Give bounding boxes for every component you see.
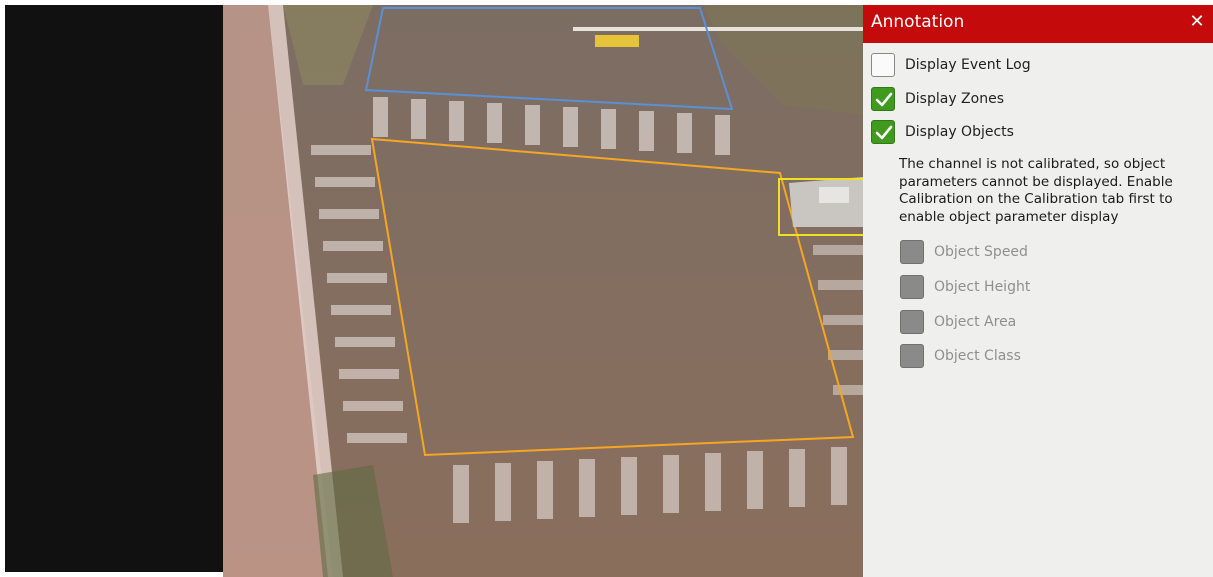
- checkbox-display-objects[interactable]: [871, 120, 895, 144]
- checkbox-display-event-log[interactable]: [871, 53, 895, 77]
- option-label: Object Speed: [934, 244, 1028, 260]
- checkmark-icon: [875, 92, 893, 107]
- option-label: Display Objects: [905, 124, 1014, 140]
- video-feed[interactable]: [223, 5, 863, 577]
- option-label: Display Zones: [905, 91, 1004, 107]
- option-object-area: Object Area: [900, 309, 1016, 335]
- video-frame: [223, 5, 863, 577]
- checkbox-display-zones[interactable]: [871, 87, 895, 111]
- option-object-class: Object Class: [900, 343, 1021, 369]
- annotation-panel: Annotation ✕ Display Event Log Display Z…: [863, 5, 1213, 577]
- option-object-height: Object Height: [900, 274, 1030, 300]
- checkmark-icon: [875, 125, 893, 140]
- option-label: Object Area: [934, 314, 1017, 330]
- checkbox-object-class: [900, 344, 924, 368]
- calibration-note: The channel is not calibrated, so object…: [899, 156, 1173, 225]
- left-black-bar: [5, 5, 223, 572]
- checkbox-object-speed: [900, 240, 924, 264]
- option-display-zones[interactable]: Display Zones: [871, 86, 1004, 112]
- checkbox-object-area: [900, 310, 924, 334]
- close-icon[interactable]: ✕: [1185, 10, 1209, 34]
- option-label: Display Event Log: [905, 57, 1031, 73]
- checkbox-object-height: [900, 275, 924, 299]
- traffic-signal-arm: [573, 27, 863, 31]
- street-sign: [595, 35, 639, 47]
- panel-header: Annotation ✕: [863, 5, 1213, 43]
- car-window: [819, 187, 849, 203]
- option-object-speed: Object Speed: [900, 239, 1028, 265]
- panel-title: Annotation: [871, 12, 965, 32]
- option-display-objects[interactable]: Display Objects: [871, 119, 1014, 145]
- app-root: Annotation ✕ Display Event Log Display Z…: [0, 0, 1213, 577]
- option-label: Object Class: [934, 348, 1021, 364]
- option-display-event-log[interactable]: Display Event Log: [871, 52, 1031, 78]
- option-label: Object Height: [934, 279, 1031, 295]
